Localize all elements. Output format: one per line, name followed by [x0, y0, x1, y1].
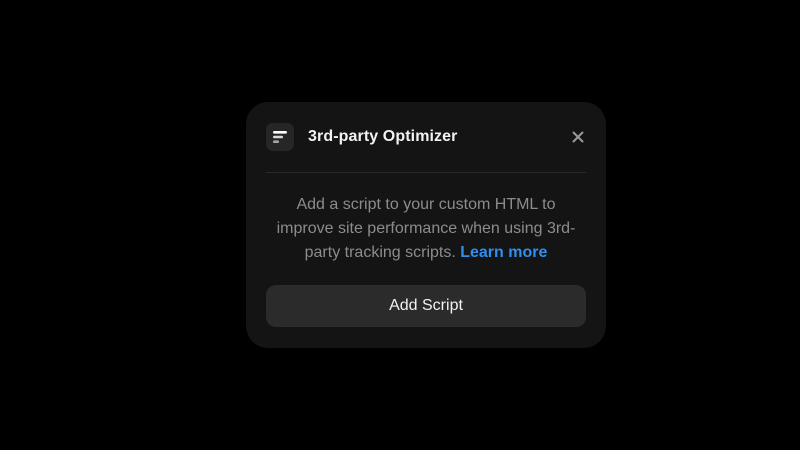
optimizer-dialog: 3rd-party Optimizer Add a script to your…: [246, 102, 606, 348]
learn-more-link[interactable]: Learn more: [460, 244, 547, 261]
header-divider: [266, 172, 586, 173]
page-backdrop: 3rd-party Optimizer Add a script to your…: [0, 0, 800, 450]
add-script-button[interactable]: Add Script: [266, 285, 586, 327]
dialog-title: 3rd-party Optimizer: [308, 128, 458, 145]
dialog-description: Add a script to your custom HTML to impr…: [266, 193, 586, 265]
dialog-header: 3rd-party Optimizer: [266, 123, 586, 151]
close-icon[interactable]: [570, 129, 586, 145]
optimizer-lines-icon: [266, 123, 294, 151]
